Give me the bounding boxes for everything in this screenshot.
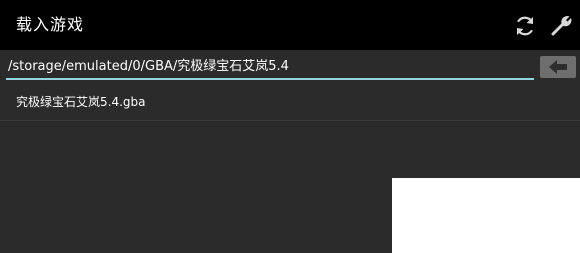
path-input-value: /storage/emulated/0/GBA/究极绿宝石艾岚5.4: [8, 59, 289, 74]
path-bar: /storage/emulated/0/GBA/究极绿宝石艾岚5.4: [0, 50, 580, 86]
file-name: 究极绿宝石艾岚5.4.gba: [16, 95, 146, 109]
page-title: 载入游戏: [16, 15, 85, 34]
blank-region: [392, 178, 580, 253]
back-arrow-icon: [549, 60, 567, 74]
title-bar: 载入游戏: [0, 0, 580, 50]
refresh-icon[interactable]: [512, 13, 538, 39]
wrench-icon[interactable]: [548, 13, 574, 39]
back-button[interactable]: [540, 56, 576, 78]
path-input[interactable]: /storage/emulated/0/GBA/究极绿宝石艾岚5.4: [6, 56, 534, 80]
list-item[interactable]: 究极绿宝石艾岚5.4.gba: [0, 86, 580, 121]
